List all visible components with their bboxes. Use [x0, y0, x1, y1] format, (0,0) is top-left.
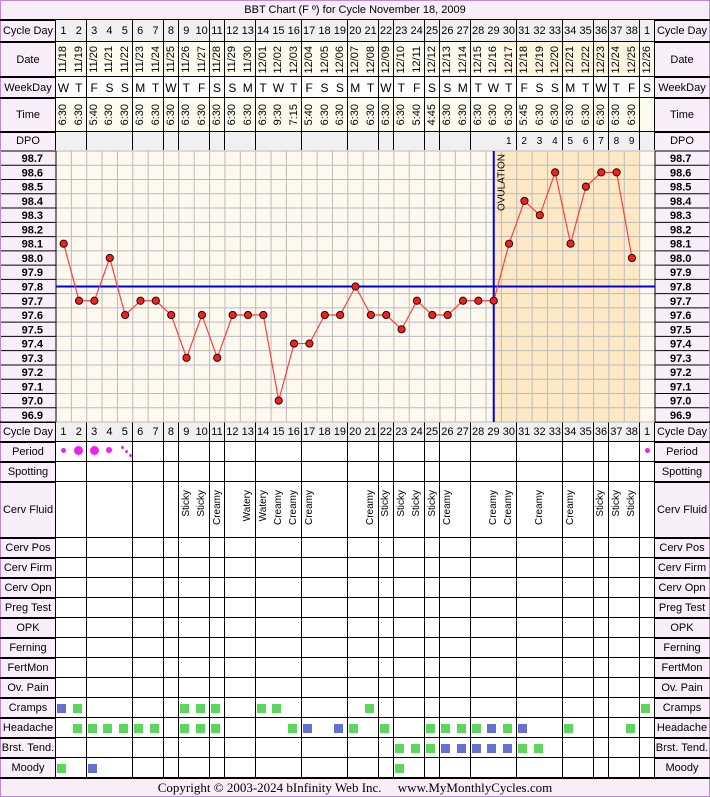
temperature-point[interactable]: [320, 310, 329, 320]
temperature-point[interactable]: [443, 310, 452, 320]
temperature-point[interactable]: [474, 296, 483, 305]
y-tick-label-left: 97.1: [22, 381, 43, 393]
ovulation-label: OVULATION: [497, 154, 508, 211]
y-tick-label-right: 98.5: [670, 182, 691, 194]
temperature-point[interactable]: [489, 296, 498, 305]
y-tick-label-right: 97.4: [670, 339, 692, 351]
temperature-point[interactable]: [121, 310, 130, 320]
temperature-point[interactable]: [213, 353, 222, 362]
temperature-point[interactable]: [136, 296, 145, 305]
temperature-point[interactable]: [351, 282, 360, 291]
temperature-point[interactable]: [228, 310, 237, 320]
y-tick-label-right: 97.2: [670, 367, 691, 379]
y-tick-label-left: 98.4: [22, 196, 44, 208]
temperature-point[interactable]: [289, 339, 299, 348]
y-tick-label-right: 98.1: [670, 239, 691, 251]
y-tick-label-right: 97.7: [670, 296, 691, 308]
y-tick-label-left: 98.3: [22, 210, 43, 222]
temperature-point[interactable]: [412, 296, 422, 305]
y-tick-label-left: 98.1: [22, 239, 43, 251]
temperature-point[interactable]: [105, 253, 114, 263]
y-tick-label-left: 97.3: [22, 353, 43, 365]
y-tick-label-right: 98.2: [670, 224, 691, 236]
y-tick-label-left: 97.6: [22, 310, 43, 322]
temperature-point[interactable]: [243, 310, 253, 320]
y-tick-label-right: 96.9: [670, 410, 691, 422]
y-tick-label-left: 98.0: [22, 253, 43, 265]
y-tick-label-left: 98.5: [22, 182, 43, 194]
temperature-point[interactable]: [366, 310, 375, 320]
temperature-point[interactable]: [428, 310, 437, 320]
y-tick-label-left: 97.7: [22, 296, 43, 308]
y-tick-label-left: 98.7: [22, 153, 43, 165]
y-tick-label-right: 97.3: [670, 353, 691, 365]
y-tick-label-right: 97.1: [670, 381, 691, 393]
y-tick-label-left: 96.9: [22, 410, 43, 422]
y-tick-label-left: 97.8: [22, 282, 43, 294]
temperature-point[interactable]: [197, 310, 207, 320]
bbt-chart: 98.7 98.7 98.6 98.6 98.5 98.5 98.4 98.4 98.3 98.3…: [1, 150, 709, 423]
y-tick-label-right: 98.4: [670, 196, 692, 208]
y-tick-label-left: 97.0: [22, 396, 43, 408]
temperature-point[interactable]: [551, 168, 560, 177]
y-tick-label-left: 98.2: [22, 224, 43, 236]
y-tick-label-right: 97.5: [670, 324, 691, 336]
temperature-point[interactable]: [520, 196, 529, 206]
y-tick-label-right: 98.7: [670, 153, 691, 165]
y-tick-label-right: 97.9: [670, 267, 691, 279]
temperature-point[interactable]: [305, 339, 314, 348]
temperature-point[interactable]: [397, 325, 406, 334]
temperature-point[interactable]: [627, 253, 637, 263]
temperature-point[interactable]: [566, 239, 575, 248]
temperature-point[interactable]: [167, 310, 176, 320]
temperature-point[interactable]: [458, 296, 468, 305]
y-tick-label-left: 98.6: [22, 167, 43, 179]
y-tick-label-left: 97.5: [22, 324, 43, 336]
temperature-point[interactable]: [612, 168, 621, 177]
y-tick-label-left: 97.9: [22, 267, 43, 279]
temperature-point[interactable]: [182, 353, 191, 362]
temperature-point[interactable]: [259, 310, 268, 320]
temperature-point[interactable]: [336, 310, 345, 320]
y-tick-label-right: 97.8: [670, 282, 691, 294]
y-tick-label-right: 97.6: [670, 310, 691, 322]
temperature-point[interactable]: [535, 211, 544, 220]
y-tick-label-right: 98.6: [670, 167, 691, 179]
temperature-point[interactable]: [581, 182, 590, 191]
temperature-point[interactable]: [74, 296, 84, 305]
temperature-point[interactable]: [59, 239, 68, 248]
y-tick-label-left: 97.4: [22, 339, 44, 351]
y-tick-label-right: 98.0: [670, 253, 691, 265]
y-tick-label-right: 97.0: [670, 396, 691, 408]
temperature-point[interactable]: [504, 239, 514, 248]
y-tick-label-left: 97.2: [22, 367, 43, 379]
temperature-point[interactable]: [151, 296, 160, 305]
temperature-point[interactable]: [274, 396, 283, 405]
temperature-point[interactable]: [597, 168, 606, 177]
temperature-point[interactable]: [382, 310, 391, 320]
temperature-point[interactable]: [90, 296, 99, 305]
y-tick-label-right: 98.3: [670, 210, 691, 222]
